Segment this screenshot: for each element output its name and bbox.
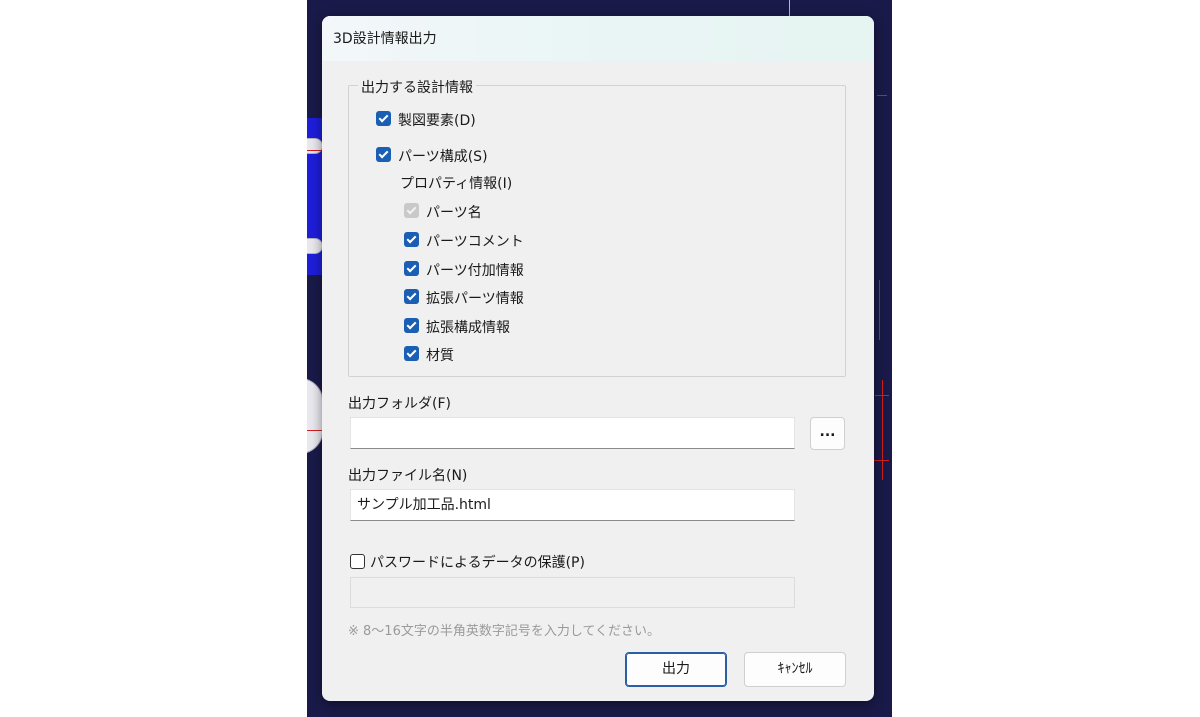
extended-structure-info-checkbox[interactable] <box>404 318 419 333</box>
material-label[interactable]: 材質 <box>426 345 454 365</box>
background-line <box>877 95 887 96</box>
extended-structure-info-label[interactable]: 拡張構成情報 <box>426 317 510 337</box>
drawing-elements-checkbox[interactable] <box>376 111 391 126</box>
part-additional-info-label[interactable]: パーツ付加情報 <box>426 260 524 280</box>
drawing-elements-label[interactable]: 製図要素(D) <box>398 110 476 130</box>
background-line <box>879 280 880 340</box>
browse-folder-button[interactable]: ... <box>810 417 845 450</box>
output-filename-label: 出力ファイル名(N) <box>348 468 468 484</box>
password-input <box>350 577 795 608</box>
material-checkbox[interactable] <box>404 346 419 361</box>
background-shape <box>307 138 323 154</box>
group-title: 出力する設計情報 <box>358 77 476 97</box>
parts-structure-label[interactable]: パーツ構成(S) <box>398 146 488 166</box>
output-folder-input[interactable] <box>350 417 795 449</box>
title-bar[interactable]: 3D設計情報出力 <box>322 16 874 61</box>
extended-part-info-label[interactable]: 拡張パーツ情報 <box>426 288 524 308</box>
background-line <box>307 150 323 151</box>
parts-structure-checkbox[interactable] <box>376 147 391 162</box>
background-line <box>789 0 790 16</box>
cancel-button[interactable]: ｷｬﾝｾﾙ <box>744 652 846 687</box>
background-shape <box>307 378 323 454</box>
password-protection-label[interactable]: パスワードによるデータの保護(P) <box>370 552 585 572</box>
password-protection-checkbox[interactable] <box>350 554 365 569</box>
part-additional-info-checkbox[interactable] <box>404 261 419 276</box>
background-line <box>875 395 889 396</box>
background-shape <box>307 238 323 254</box>
extended-part-info-checkbox[interactable] <box>404 289 419 304</box>
property-info-label: プロパティ情報(I) <box>400 176 513 192</box>
output-filename-input[interactable]: サンプル加工品.html <box>350 489 795 521</box>
background-line <box>873 460 889 461</box>
export-dialog: 3D設計情報出力 出力する設計情報 製図要素(D) パーツ構成(S) プロパティ… <box>322 16 874 701</box>
password-hint: ※ 8～16文字の半角英数字記号を入力してください。 <box>348 624 661 639</box>
export-button[interactable]: 出力 <box>625 652 727 687</box>
part-comment-label[interactable]: パーツコメント <box>426 231 524 251</box>
dialog-title: 3D設計情報出力 <box>333 31 437 47</box>
output-folder-label: 出力フォルダ(F) <box>348 396 451 412</box>
background-line <box>307 430 323 431</box>
part-name-checkbox <box>404 203 419 218</box>
part-comment-checkbox[interactable] <box>404 232 419 247</box>
part-name-label: パーツ名 <box>426 205 482 221</box>
